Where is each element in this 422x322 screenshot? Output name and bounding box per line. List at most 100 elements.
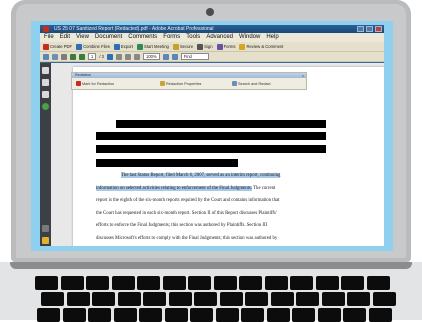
menu-advanced[interactable]: Advanced: [206, 33, 233, 42]
zoom-in-icon[interactable]: [134, 53, 140, 60]
document-line: discusses Microsoft's efforts to comply …: [96, 236, 277, 241]
keyboard-key: [213, 276, 237, 290]
title-bar: US 25 07 Sanitized Report (Redacted).pdf…: [40, 25, 384, 33]
task-toolbar: Create PDF Combine Files Export Start Meeti…: [40, 42, 384, 52]
redaction-bar: [96, 132, 326, 140]
start-meeting-icon: [136, 43, 143, 50]
acrobat-icon: [43, 26, 49, 32]
window-controls: [357, 26, 382, 32]
search-and-redact-button[interactable]: Search and Redact: [232, 81, 271, 86]
fit-page-icon[interactable]: [162, 53, 169, 60]
close-toolbar-icon[interactable]: ×: [302, 73, 304, 78]
signatures-panel-icon[interactable]: [42, 103, 49, 110]
document-line: The last Status Report, filed March 6, 2…: [96, 173, 281, 178]
menu-comments[interactable]: Comments: [128, 33, 157, 42]
select-tool-icon[interactable]: [107, 53, 113, 60]
keyboard-key: [219, 292, 243, 306]
maximize-button[interactable]: [366, 26, 373, 32]
menu-file[interactable]: File: [44, 33, 54, 42]
secure-icon: [172, 43, 179, 50]
keyboard-key: [117, 292, 141, 306]
hand-tool-icon[interactable]: [116, 53, 122, 60]
line-text: discusses Microsoft's efforts to comply …: [96, 235, 278, 241]
pages-panel-icon[interactable]: [42, 67, 49, 74]
zoom-out-icon[interactable]: [125, 53, 131, 60]
start-meeting-button[interactable]: Start Meeting: [136, 43, 169, 50]
window-title: US 25 07 Sanitized Report (Redacted).pdf…: [54, 26, 214, 32]
bookmarks-panel-icon[interactable]: [42, 79, 49, 86]
redaction-bar: [116, 120, 326, 128]
mark-for-redaction-label: Mark for Redaction: [82, 81, 115, 86]
keyboard-key: [168, 292, 192, 306]
keyboard-key: [143, 292, 166, 306]
redaction-properties-icon: [160, 81, 165, 86]
menu-help[interactable]: Help: [266, 33, 278, 42]
menu-document[interactable]: Document: [95, 33, 122, 42]
review-comment-button[interactable]: Review & Comment: [239, 43, 283, 50]
line-text-tail: The current: [252, 185, 276, 191]
forms-button[interactable]: Forms: [216, 43, 236, 50]
mark-for-redaction-button[interactable]: Mark for Redaction: [76, 81, 114, 86]
menu-window[interactable]: Window: [239, 33, 260, 42]
redaction-properties-label: Redaction Properties: [166, 81, 202, 86]
previous-page-icon[interactable]: [70, 53, 76, 60]
document-line: efforts to enforce the Final Judgments; …: [96, 223, 267, 228]
redaction-properties-button[interactable]: Redaction Properties: [160, 81, 201, 86]
keyboard-key: [162, 276, 186, 290]
comments-panel-icon[interactable]: [42, 237, 49, 244]
save-icon[interactable]: [52, 53, 58, 60]
keyboard-key: [239, 276, 262, 290]
toolbar-button-label: Start Meeting: [143, 44, 169, 49]
combine-files-icon: [76, 43, 83, 50]
keyboard-key: [290, 276, 313, 290]
keyboard-key: [92, 292, 115, 306]
keyboard-key: [264, 276, 288, 290]
print-icon[interactable]: [61, 53, 67, 60]
find-field[interactable]: Find: [180, 53, 209, 60]
redaction-bar: [96, 145, 326, 153]
review-comment-icon: [239, 43, 246, 50]
open-icon[interactable]: [43, 53, 49, 60]
secure-button[interactable]: Secure: [172, 43, 194, 50]
line-text: report is the eighth of the six-month re…: [96, 198, 280, 203]
menu-view[interactable]: View: [76, 33, 89, 42]
toolbar-button-label: Create PDF: [50, 44, 73, 49]
toolbar-button-label: Sign: [204, 44, 213, 49]
keyboard-key: [341, 276, 364, 290]
page-total: / 3: [99, 54, 104, 59]
create-pdf-button[interactable]: Create PDF: [43, 43, 73, 50]
toolbar-button-label: Secure: [179, 44, 194, 49]
keyboard-key: [347, 292, 370, 306]
selected-text: information on selected activities relat…: [96, 185, 252, 191]
keyboard-key: [296, 292, 319, 306]
hinge: [10, 262, 412, 269]
keyboard-key: [86, 276, 109, 290]
keyboard-key: [35, 276, 58, 290]
line-text: efforts to enforce the Final Judgments; …: [96, 223, 268, 228]
keyboard-key: [321, 292, 345, 306]
app-window: US 25 07 Sanitized Report (Redacted).pdf…: [40, 25, 384, 246]
menu-bar: File Edit View Document Comments Forms T…: [40, 33, 384, 42]
toolbar-button-label: Forms: [223, 44, 236, 49]
combine-files-button[interactable]: Combine Files: [76, 43, 110, 50]
close-button[interactable]: [375, 26, 382, 32]
page-number-field[interactable]: 1: [88, 53, 97, 60]
webcam: [206, 8, 214, 16]
navigation-pane: [40, 63, 51, 246]
keyboard: [35, 276, 396, 322]
export-button[interactable]: Export: [113, 43, 133, 50]
menu-tools[interactable]: Tools: [186, 33, 200, 42]
sign-button[interactable]: Sign: [197, 43, 213, 50]
create-pdf-icon: [43, 43, 49, 50]
fit-width-icon[interactable]: [171, 53, 178, 60]
zoom-field[interactable]: 100%: [143, 53, 160, 60]
menu-forms[interactable]: Forms: [163, 33, 180, 42]
selected-text: The last Status Report, filed March 6, 2…: [121, 173, 281, 178]
attachments-panel-icon[interactable]: [42, 91, 49, 98]
navigation-toolbar: 1 / 3 100% Find: [40, 52, 384, 62]
minimize-button[interactable]: [357, 26, 364, 32]
options-icon[interactable]: [42, 225, 49, 232]
next-page-icon[interactable]: [79, 53, 85, 60]
keyboard-key: [111, 276, 135, 290]
menu-edit[interactable]: Edit: [60, 33, 70, 42]
